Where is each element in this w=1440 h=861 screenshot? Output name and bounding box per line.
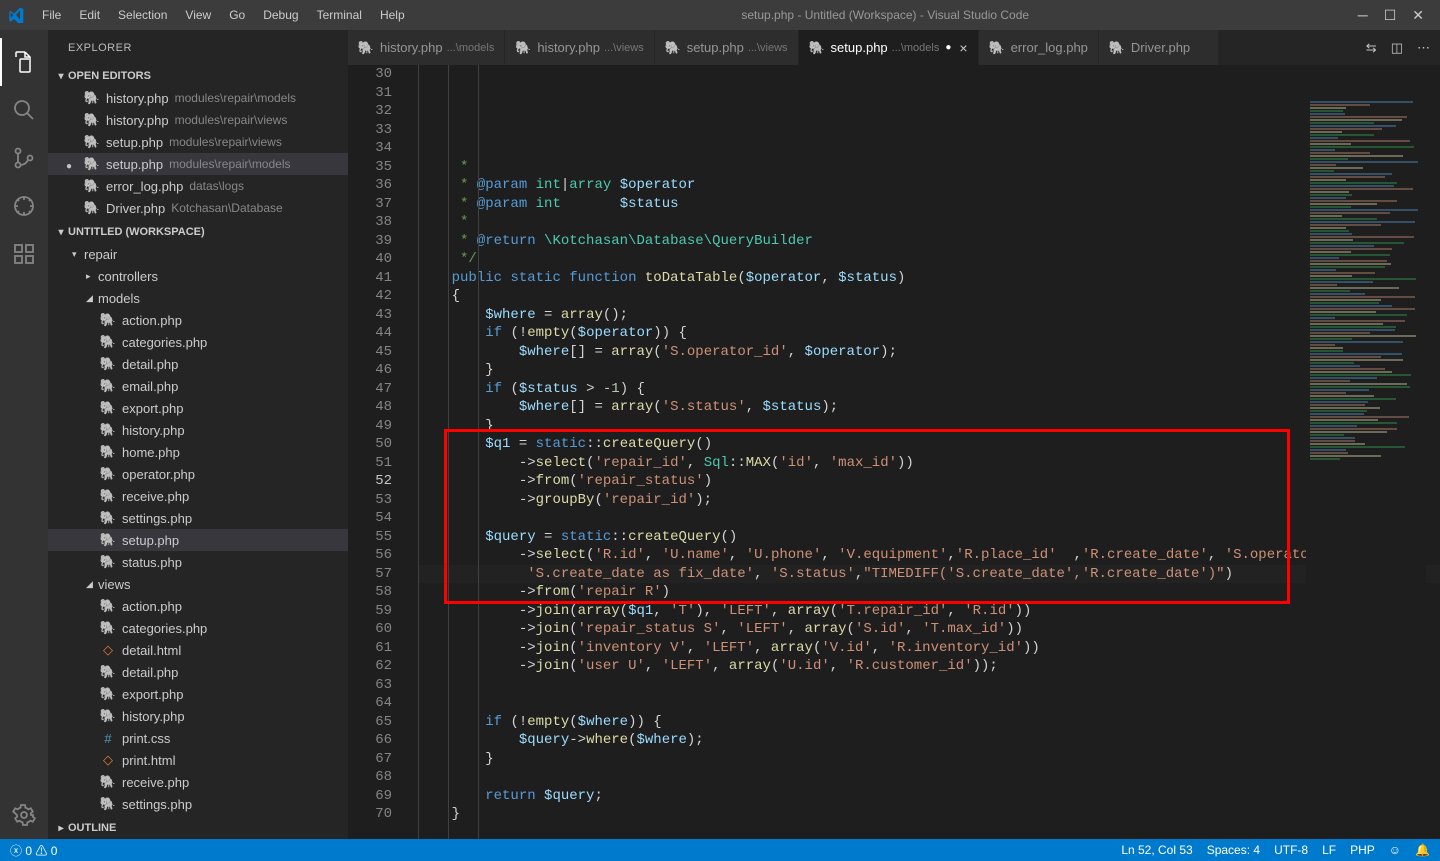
file-item[interactable]: 🐘categories.php — [48, 331, 348, 353]
file-item[interactable]: 🐘categories.php — [48, 617, 348, 639]
menu-selection[interactable]: Selection — [110, 4, 175, 26]
window-controls: ─ ☐ ✕ — [1358, 7, 1432, 24]
tab-item[interactable]: 🐘Driver.php — [1099, 30, 1219, 65]
menu-view[interactable]: View — [177, 4, 219, 26]
sidebar-title: EXPLORER — [48, 30, 348, 65]
folder-views[interactable]: ◢views — [48, 573, 348, 595]
editor-area: 🐘history.php...\models🐘history.php...\vi… — [348, 30, 1440, 839]
file-item[interactable]: 🐘export.php — [48, 397, 348, 419]
file-item[interactable]: 🐘setup.php — [48, 529, 348, 551]
status-language[interactable]: PHP — [1350, 843, 1375, 857]
folder-repair[interactable]: ▾repair — [48, 243, 348, 265]
file-item[interactable]: 🐘action.php — [48, 309, 348, 331]
file-item[interactable]: 🐘status.php — [48, 551, 348, 573]
open-editors-header[interactable]: ▾OPEN EDITORS — [48, 65, 348, 87]
open-editor-item[interactable]: 🐘history.phpmodules\repair\views — [48, 109, 348, 131]
status-errors[interactable]: ⓧ 0 ⚠ 0 — [10, 842, 57, 859]
file-item[interactable]: 🐘detail.php — [48, 661, 348, 683]
tab-item[interactable]: 🐘history.php...\views — [505, 30, 654, 65]
maximize-icon[interactable]: ☐ — [1384, 7, 1397, 24]
activity-bar — [0, 30, 48, 839]
open-editor-item[interactable]: 🐘setup.phpmodules\repair\models — [48, 153, 348, 175]
split-icon[interactable]: ◫ — [1391, 40, 1403, 56]
debug-icon[interactable] — [0, 182, 48, 230]
tab-item[interactable]: 🐘history.php...\models — [348, 30, 505, 65]
status-feedback-icon[interactable]: ☺ — [1389, 843, 1401, 857]
status-bell-icon[interactable]: 🔔 — [1415, 843, 1430, 857]
status-eol[interactable]: LF — [1322, 843, 1336, 857]
file-item[interactable]: 🐘settings.php — [48, 507, 348, 529]
tab-item[interactable]: 🐘setup.php...\models●× — [799, 30, 979, 65]
extensions-icon[interactable] — [0, 230, 48, 278]
file-item[interactable]: 🐘settings.php — [48, 793, 348, 815]
file-tree: ▾repair▸controllers◢models🐘action.php🐘ca… — [48, 243, 348, 817]
minimize-icon[interactable]: ─ — [1358, 7, 1368, 24]
file-item[interactable]: 🐘history.php — [48, 705, 348, 727]
tab-item[interactable]: 🐘error_log.php — [979, 30, 1099, 65]
menu-help[interactable]: Help — [372, 4, 413, 26]
open-editor-item[interactable]: 🐘setup.phpmodules\repair\views — [48, 131, 348, 153]
open-editors-list: 🐘history.phpmodules\repair\models🐘histor… — [48, 87, 348, 221]
menu-edit[interactable]: Edit — [71, 4, 108, 26]
file-item[interactable]: #print.css — [48, 727, 348, 749]
tab-item[interactable]: 🐘setup.php...\views — [655, 30, 799, 65]
status-indent[interactable]: Spaces: 4 — [1207, 843, 1260, 857]
menu-debug[interactable]: Debug — [255, 4, 306, 26]
code-content[interactable]: * * @param int|array $operator * @param … — [412, 65, 1440, 839]
file-item[interactable]: 🐘home.php — [48, 441, 348, 463]
folder-controllers[interactable]: ▸controllers — [48, 265, 348, 287]
status-cursor[interactable]: Ln 52, Col 53 — [1121, 843, 1192, 857]
file-item[interactable]: 🐘export.php — [48, 683, 348, 705]
explorer-sidebar: EXPLORER ▾OPEN EDITORS 🐘history.phpmodul… — [48, 30, 348, 839]
file-item[interactable]: 🐘operator.php — [48, 463, 348, 485]
workspace-header[interactable]: ▾UNTITLED (WORKSPACE) — [48, 221, 348, 243]
compare-icon[interactable]: ⇆ — [1366, 40, 1377, 56]
search-icon[interactable] — [0, 86, 48, 134]
file-item[interactable]: 🐘detail.php — [48, 353, 348, 375]
file-item[interactable]: ◇detail.html — [48, 639, 348, 661]
explorer-icon[interactable] — [0, 38, 48, 86]
file-item[interactable]: 🐘receive.php — [48, 771, 348, 793]
close-icon[interactable]: ✕ — [1412, 7, 1424, 24]
window-title: setup.php - Untitled (Workspace) - Visua… — [413, 8, 1358, 22]
menu-terminal[interactable]: Terminal — [309, 4, 370, 26]
menu-bar: FileEditSelectionViewGoDebugTerminalHelp — [34, 4, 413, 26]
file-item[interactable]: 🐘action.php — [48, 595, 348, 617]
menu-file[interactable]: File — [34, 4, 69, 26]
outline-header[interactable]: ▸OUTLINE — [48, 817, 348, 839]
status-encoding[interactable]: UTF-8 — [1274, 843, 1308, 857]
open-editor-item[interactable]: 🐘error_log.phpdatas\logs — [48, 175, 348, 197]
menu-go[interactable]: Go — [221, 4, 253, 26]
vscode-logo-icon — [8, 7, 24, 23]
settings-gear-icon[interactable] — [0, 791, 48, 839]
code-area[interactable]: 3031323334353637383940414243444546474849… — [348, 65, 1440, 839]
file-item[interactable]: ◇print.html — [48, 749, 348, 771]
line-numbers: 3031323334353637383940414243444546474849… — [348, 65, 412, 839]
more-icon[interactable]: ⋯ — [1417, 40, 1430, 56]
status-bar: ⓧ 0 ⚠ 0 Ln 52, Col 53 Spaces: 4 UTF-8 LF… — [0, 839, 1440, 861]
file-item[interactable]: 🐘receive.php — [48, 485, 348, 507]
minimap[interactable] — [1306, 100, 1426, 839]
open-editor-item[interactable]: 🐘history.phpmodules\repair\models — [48, 87, 348, 109]
source-control-icon[interactable] — [0, 134, 48, 182]
title-bar: FileEditSelectionViewGoDebugTerminalHelp… — [0, 0, 1440, 30]
folder-models[interactable]: ◢models — [48, 287, 348, 309]
open-editor-item[interactable]: 🐘Driver.phpKotchasan\Database — [48, 197, 348, 219]
file-item[interactable]: 🐘history.php — [48, 419, 348, 441]
file-item[interactable]: 🐘email.php — [48, 375, 348, 397]
editor-tabs: 🐘history.php...\models🐘history.php...\vi… — [348, 30, 1440, 65]
